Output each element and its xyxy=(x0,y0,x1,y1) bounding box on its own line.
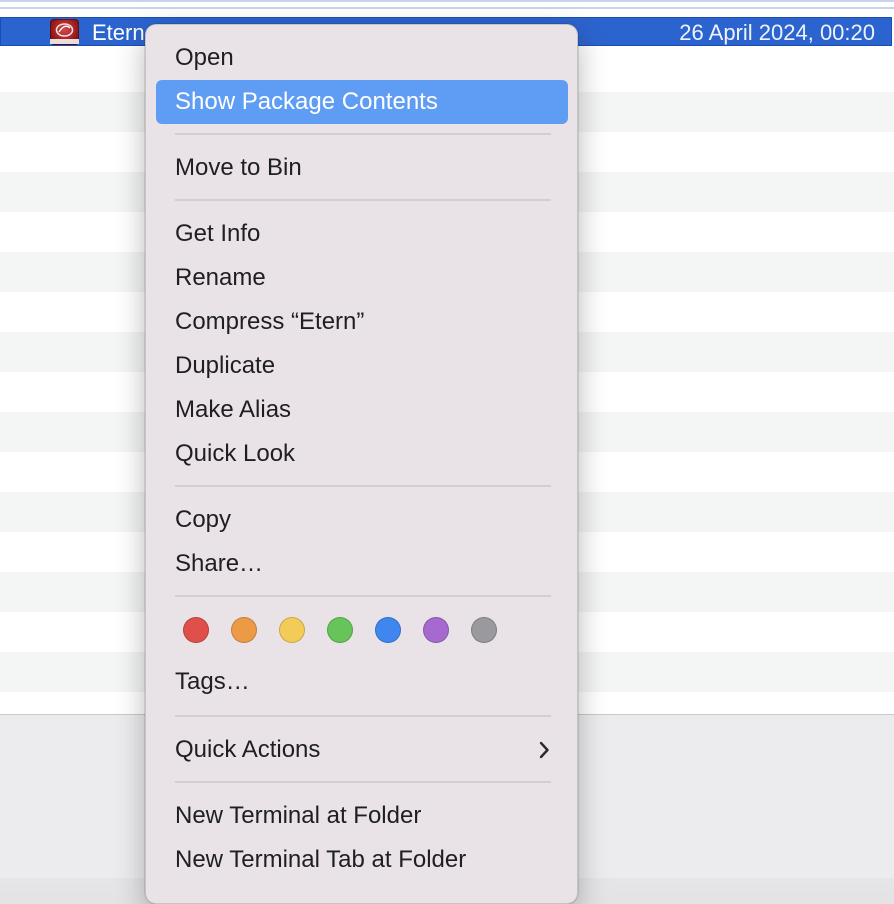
context-menu: Open Show Package Contents Move to Bin G… xyxy=(145,24,578,904)
file-date-modified: 26 April 2024, 00:20 xyxy=(679,20,875,45)
menu-separator xyxy=(175,485,551,487)
tag-dot-yellow[interactable] xyxy=(279,617,305,643)
tag-dot-red[interactable] xyxy=(183,617,209,643)
menu-item-label: Quick Actions xyxy=(175,736,321,763)
menu-item-share[interactable]: Share… xyxy=(156,542,568,586)
wineskin-app-icon xyxy=(50,19,79,45)
tag-dot-orange[interactable] xyxy=(231,617,257,643)
menu-item-tags[interactable]: Tags… xyxy=(156,660,568,704)
list-header-border xyxy=(0,7,894,9)
menu-item-duplicate[interactable]: Duplicate xyxy=(156,344,568,388)
menu-item-new-terminal-at-folder[interactable]: New Terminal at Folder xyxy=(156,794,568,838)
tag-dot-purple[interactable] xyxy=(423,617,449,643)
tag-dot-grey[interactable] xyxy=(471,617,497,643)
menu-separator xyxy=(175,133,551,135)
tag-dot-blue[interactable] xyxy=(375,617,401,643)
menu-item-new-terminal-tab-at-folder[interactable]: New Terminal Tab at Folder xyxy=(156,838,568,882)
menu-item-compress[interactable]: Compress “Etern” xyxy=(156,300,568,344)
menu-separator xyxy=(175,781,551,783)
menu-item-copy[interactable]: Copy xyxy=(156,498,568,542)
menu-item-make-alias[interactable]: Make Alias xyxy=(156,388,568,432)
menu-item-get-info[interactable]: Get Info xyxy=(156,212,568,256)
menu-separator xyxy=(175,199,551,201)
menu-item-rename[interactable]: Rename xyxy=(156,256,568,300)
menu-item-open[interactable]: Open xyxy=(156,36,568,80)
menu-item-quick-actions[interactable]: Quick Actions xyxy=(156,728,568,772)
list-top-border xyxy=(0,0,894,2)
menu-separator xyxy=(175,715,551,717)
menu-item-show-package-contents[interactable]: Show Package Contents xyxy=(156,80,568,124)
menu-item-move-to-bin[interactable]: Move to Bin xyxy=(156,146,568,190)
menu-separator xyxy=(175,595,551,597)
tag-dot-green[interactable] xyxy=(327,617,353,643)
chevron-right-icon xyxy=(538,728,550,772)
file-name: Etern xyxy=(92,20,145,45)
menu-item-quick-look[interactable]: Quick Look xyxy=(156,432,568,476)
